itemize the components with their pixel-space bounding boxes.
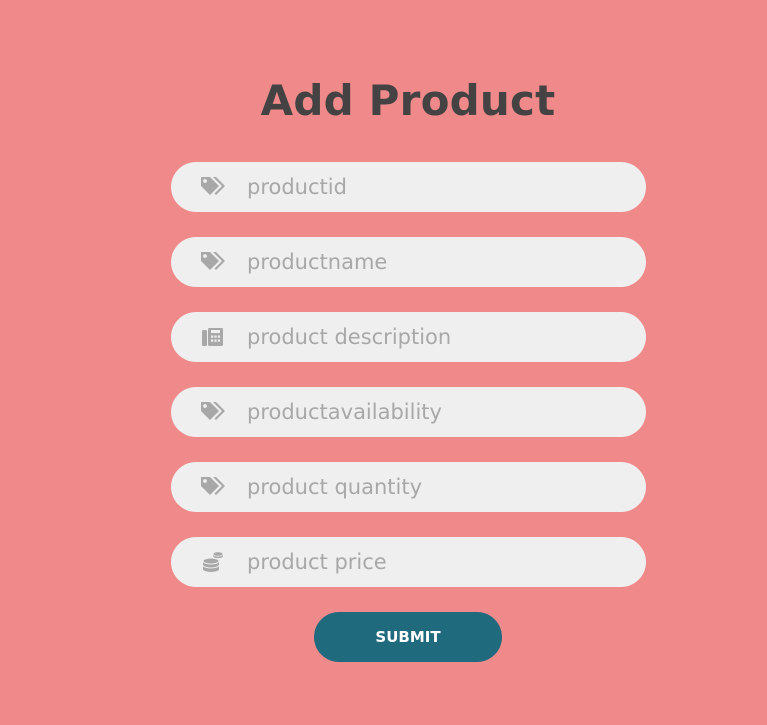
product-description-input[interactable] [247,312,627,362]
submit-button[interactable]: SUBMIT [314,612,502,662]
productavailability-field [171,387,646,437]
tags-icon [199,475,227,499]
coins-icon [199,550,227,574]
productavailability-input[interactable] [247,387,627,437]
fax-icon [199,325,227,349]
productname-field [171,237,646,287]
product-price-field [171,537,646,587]
product-quantity-input[interactable] [247,462,627,512]
product-description-field [171,312,646,362]
product-quantity-field [171,462,646,512]
productid-field [171,162,646,212]
productname-input[interactable] [247,237,627,287]
page-title: Add Product [260,76,556,125]
tags-icon [199,175,227,199]
product-price-input[interactable] [247,537,627,587]
tags-icon [199,250,227,274]
tags-icon [199,400,227,424]
productid-input[interactable] [247,162,627,212]
